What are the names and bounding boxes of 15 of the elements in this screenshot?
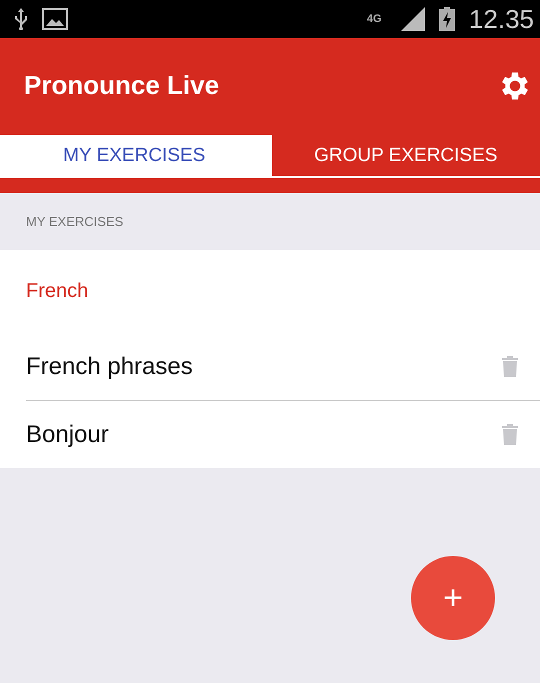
- usb-icon: [14, 8, 28, 30]
- network-label: 4G: [366, 14, 383, 24]
- add-button[interactable]: +: [411, 556, 495, 640]
- battery-icon: [438, 7, 455, 31]
- trash-icon[interactable]: [502, 356, 518, 377]
- app-title: Pronounce Live: [24, 70, 220, 101]
- signal-icon: [400, 7, 425, 31]
- tab[interactable]: GROUP EXERCISES: [272, 135, 540, 176]
- trash-icon[interactable]: [502, 424, 518, 445]
- clock-time: 12.35: [468, 4, 534, 34]
- section-header: MY EXERCISES: [26, 214, 124, 229]
- exercise-name[interactable]: French phrases: [26, 352, 502, 380]
- group-title: French: [26, 280, 88, 303]
- image-icon: [42, 8, 68, 30]
- exercise-name[interactable]: Bonjour: [26, 420, 502, 448]
